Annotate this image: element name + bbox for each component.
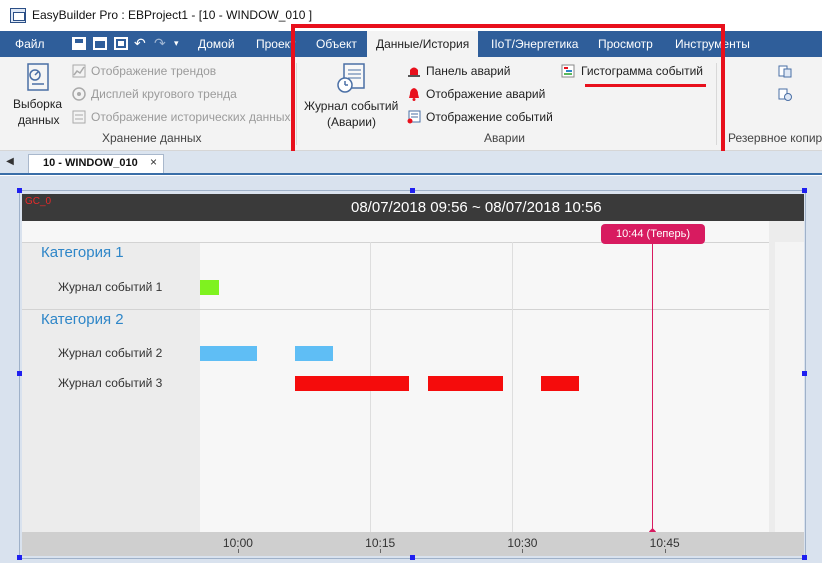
- resize-handle[interactable]: [17, 371, 22, 376]
- group-data-storage: Хранение данных: [102, 131, 202, 145]
- event-bar: [200, 280, 219, 295]
- histogram-underline: [585, 84, 706, 87]
- data-sampling-button[interactable]: Выборка данных: [9, 60, 65, 128]
- tab-project[interactable]: Проект: [256, 31, 296, 57]
- time-axis: [22, 532, 804, 556]
- row-label: Журнал событий 2: [58, 346, 163, 360]
- scroll-track: [775, 242, 804, 532]
- image-icon[interactable]: [114, 37, 128, 50]
- category-label: Категория 1: [41, 244, 124, 261]
- tab-window-010-label: 10 - WINDOW_010: [43, 157, 138, 169]
- tab-home[interactable]: Домой: [198, 31, 235, 57]
- history-icon: [72, 110, 86, 124]
- menu-file[interactable]: Файл: [15, 31, 45, 57]
- data-sampling-label-1: Выборка: [13, 97, 63, 111]
- resize-handle[interactable]: [410, 555, 415, 560]
- resize-handle[interactable]: [17, 188, 22, 193]
- history-display-button[interactable]: Отображение исторических данных: [91, 110, 291, 124]
- trend-icon: [72, 64, 86, 78]
- event-bar: [200, 346, 257, 361]
- event-bar: [427, 376, 504, 391]
- row-label: Журнал событий 1: [58, 280, 163, 294]
- chart-title: 08/07/2018 09:56 ~ 08/07/2018 10:56: [351, 199, 602, 216]
- category-divider: [22, 309, 769, 310]
- trend-display-button[interactable]: Отображение трендов: [91, 64, 216, 78]
- open-folder-icon[interactable]: [93, 37, 107, 50]
- event-bar: [541, 376, 580, 391]
- circular-trend-button[interactable]: Дисплей кругового тренда: [91, 87, 237, 101]
- tab-window-010[interactable]: 10 - WINDOW_010 ×: [28, 154, 164, 173]
- circular-trend-icon: [72, 87, 86, 101]
- grid-line: [512, 242, 513, 532]
- resize-handle[interactable]: [17, 555, 22, 560]
- row-label: Журнал событий 3: [58, 376, 163, 390]
- resize-handle[interactable]: [410, 188, 415, 193]
- group-backup: Резервное копиро: [728, 131, 822, 145]
- redo-icon[interactable]: ↷: [154, 35, 166, 51]
- resize-handle[interactable]: [802, 555, 807, 560]
- tab-scroll-left-icon[interactable]: ◀: [3, 154, 17, 170]
- event-bar: [294, 346, 333, 361]
- highlight-box: [291, 24, 725, 159]
- event-bar: [294, 376, 409, 391]
- resize-handle[interactable]: [802, 371, 807, 376]
- resize-handle[interactable]: [802, 188, 807, 193]
- object-id: GC_0: [25, 196, 52, 207]
- now-line: [652, 244, 653, 533]
- tick-label: 10:15: [365, 536, 396, 550]
- window-title: EasyBuilder Pro : EBProject1 - [10 - WIN…: [32, 8, 313, 22]
- data-sampling-icon: [27, 63, 49, 91]
- save-icon[interactable]: [72, 37, 86, 50]
- app-icon: [10, 8, 26, 23]
- undo-icon[interactable]: ↶: [134, 35, 146, 51]
- now-badge: 10:44 (Теперь): [601, 224, 705, 244]
- backup-icon[interactable]: [778, 64, 792, 78]
- tick-label: 10:30: [507, 536, 538, 550]
- close-icon[interactable]: ×: [150, 155, 157, 169]
- data-sampling-label-2: данных: [18, 113, 60, 127]
- customize-icon[interactable]: ▾: [174, 35, 179, 51]
- document-tabs: ◀ 10 - WINDOW_010 ×: [0, 151, 822, 175]
- category-label: Категория 2: [41, 311, 124, 328]
- tick-label: 10:45: [649, 536, 680, 550]
- tick-label: 10:00: [222, 536, 253, 550]
- web-backup-icon[interactable]: [778, 87, 792, 101]
